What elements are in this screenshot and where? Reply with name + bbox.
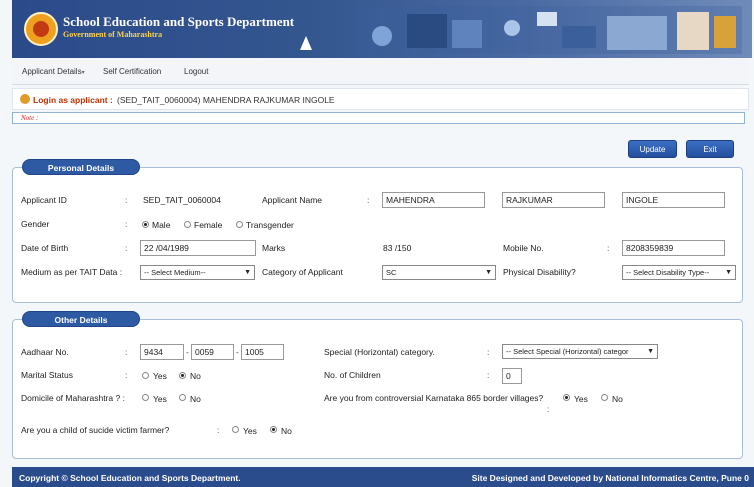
special-category-label: Special (Horizontal) category. — [324, 347, 435, 357]
page-header: School Education and Sports Department G… — [12, 0, 752, 58]
department-logo — [24, 12, 58, 46]
site-subtitle: Government of Maharashtra — [63, 30, 163, 39]
aadhaar-part-2[interactable]: 0059 — [191, 344, 234, 360]
marital-no-radio[interactable] — [179, 372, 186, 379]
domicile-no-radio[interactable] — [179, 394, 186, 401]
marks-value: 83 /150 — [383, 243, 412, 253]
disability-label: Physical Disability? — [503, 267, 576, 277]
farmer-no-radio[interactable] — [270, 426, 277, 433]
gender-female-label: Female — [194, 220, 223, 230]
update-button[interactable]: Update — [628, 140, 677, 158]
farmer-label: Are you a child of sucide victim farmer? — [21, 425, 170, 435]
footer-credit: Site Designed and Developed by National … — [471, 473, 749, 483]
karnataka-yes-label: Yes — [574, 394, 588, 404]
header-banner-illustration — [352, 6, 742, 54]
domicile-yes-label: Yes — [153, 394, 167, 404]
nav-logout[interactable]: Logout — [184, 67, 208, 76]
main-navbar: Applicant Details▾ Self Certification Lo… — [12, 58, 749, 85]
marital-no-label: No — [190, 371, 201, 381]
page-footer: Copyright © School Education and Sports … — [12, 467, 754, 487]
gender-male-radio[interactable] — [142, 221, 149, 228]
dob-field[interactable]: 22 /04/1989 — [140, 240, 256, 256]
gender-transgender-label: Transgender — [246, 220, 294, 230]
site-title: School Education and Sports Department — [63, 14, 295, 29]
note-label: Note : — [21, 114, 39, 122]
karnataka-label: Are you from controversial Karnataka 865… — [324, 393, 544, 403]
karnataka-no-label: No — [612, 394, 623, 404]
category-select[interactable]: SC ▼ — [382, 265, 496, 280]
farmer-yes-label: Yes — [243, 426, 257, 436]
marital-label: Marital Status — [21, 370, 73, 380]
mobile-label: Mobile No. — [503, 243, 544, 253]
marital-yes-radio[interactable] — [142, 372, 149, 379]
login-info-bar: Login as applicant : (SED_TAIT_0060004) … — [12, 88, 749, 110]
mouse-cursor-icon — [300, 36, 312, 50]
dropdown-arrow-icon: ▼ — [647, 348, 654, 355]
aadhaar-part-1[interactable]: 9434 — [140, 344, 184, 360]
karnataka-no-radio[interactable] — [601, 394, 608, 401]
dropdown-arrow-icon: ▼ — [244, 269, 251, 276]
exit-button[interactable]: Exit — [686, 140, 734, 158]
login-label: Login as applicant : — [33, 95, 113, 105]
nav-applicant-details[interactable]: Applicant Details▾ — [22, 67, 85, 76]
marks-label: Marks — [262, 243, 286, 253]
gender-male-label: Male — [152, 220, 171, 230]
chevron-down-icon: ▾ — [81, 70, 85, 76]
medium-label: Medium as per TAIT Data : — [21, 267, 123, 277]
last-name-field[interactable]: INGOLE — [622, 192, 725, 208]
farmer-yes-radio[interactable] — [232, 426, 239, 433]
other-details-section — [12, 319, 743, 459]
domicile-label: Domicile of Maharashtra ? : — [21, 393, 125, 403]
middle-name-field[interactable]: RAJKUMAR — [502, 192, 605, 208]
medium-select[interactable]: -- Select Medium-- ▼ — [140, 265, 255, 280]
nav-self-certification[interactable]: Self Certification — [103, 67, 161, 76]
domicile-no-label: No — [190, 394, 201, 404]
dropdown-arrow-icon: ▼ — [485, 269, 492, 276]
login-applicant: (SED_TAIT_0060004) MAHENDRA RAJKUMAR ING… — [117, 95, 335, 105]
marital-yes-label: Yes — [153, 371, 167, 381]
user-icon — [20, 94, 30, 104]
category-label: Category of Applicant — [262, 267, 343, 277]
gender-transgender-radio[interactable] — [236, 221, 243, 228]
note-bar: Note : — [12, 112, 745, 124]
special-category-select[interactable]: -- Select Special (Horizontal) categor ▼ — [502, 344, 658, 359]
children-field[interactable]: 0 — [502, 368, 522, 384]
gender-female-radio[interactable] — [184, 221, 191, 228]
gender-label: Gender — [21, 219, 50, 229]
farmer-no-label: No — [281, 426, 292, 436]
dropdown-arrow-icon: ▼ — [725, 269, 732, 276]
mobile-field[interactable]: 8208359839 — [622, 240, 725, 256]
applicant-id-label: Applicant ID — [21, 195, 67, 205]
aadhaar-label: Aadhaar No. — [21, 347, 69, 357]
applicant-name-label: Applicant Name — [262, 195, 323, 205]
other-details-title: Other Details — [22, 311, 140, 327]
personal-details-section — [12, 167, 743, 303]
first-name-field[interactable]: MAHENDRA — [382, 192, 485, 208]
dob-label: Date of Birth — [21, 243, 69, 253]
karnataka-yes-radio[interactable] — [563, 394, 570, 401]
footer-copyright: Copyright © School Education and Sports … — [19, 473, 241, 483]
children-label: No. of Children — [324, 370, 381, 380]
applicant-id-value: SED_TAIT_0060004 — [143, 195, 221, 205]
personal-details-title: Personal Details — [22, 159, 140, 175]
aadhaar-part-3[interactable]: 1005 — [241, 344, 284, 360]
domicile-yes-radio[interactable] — [142, 394, 149, 401]
disability-select[interactable]: -- Select Disability Type-- ▼ — [622, 265, 736, 280]
